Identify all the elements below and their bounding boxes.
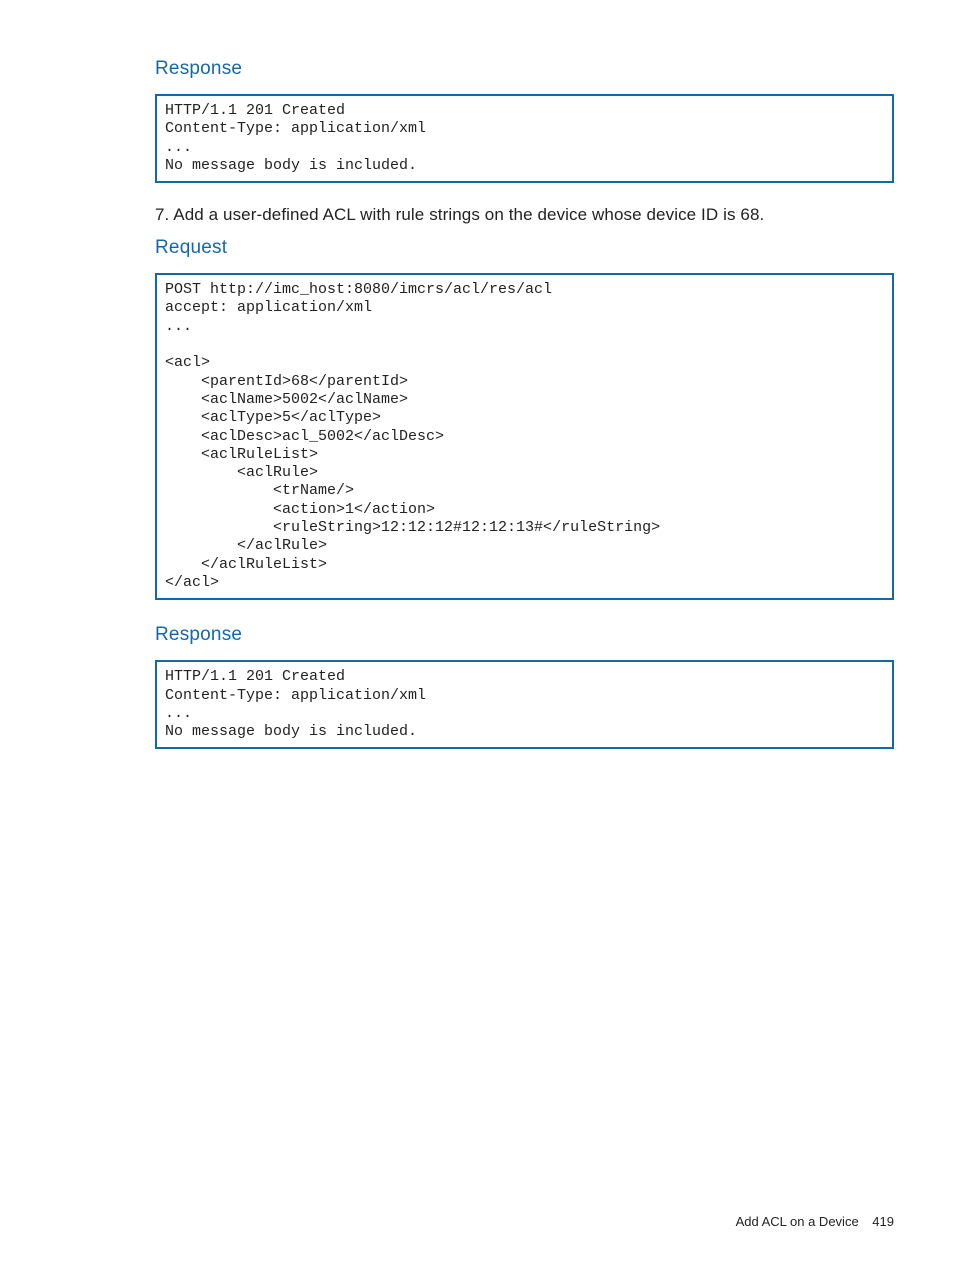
heading-request: Request xyxy=(155,237,894,259)
code-block-response-2: HTTP/1.1 201 Created Content-Type: appli… xyxy=(155,660,894,749)
page-content: Response HTTP/1.1 201 Created Content-Ty… xyxy=(0,0,954,749)
heading-response-2: Response xyxy=(155,624,894,646)
page-footer: Add ACL on a Device 419 xyxy=(736,1214,894,1229)
heading-response-1: Response xyxy=(155,58,894,80)
footer-page-number: 419 xyxy=(872,1214,894,1229)
code-block-response-1: HTTP/1.1 201 Created Content-Type: appli… xyxy=(155,94,894,183)
footer-title: Add ACL on a Device xyxy=(736,1214,859,1229)
code-block-request: POST http://imc_host:8080/imcrs/acl/res/… xyxy=(155,273,894,600)
step-7-text: 7. Add a user-defined ACL with rule stri… xyxy=(155,205,894,225)
